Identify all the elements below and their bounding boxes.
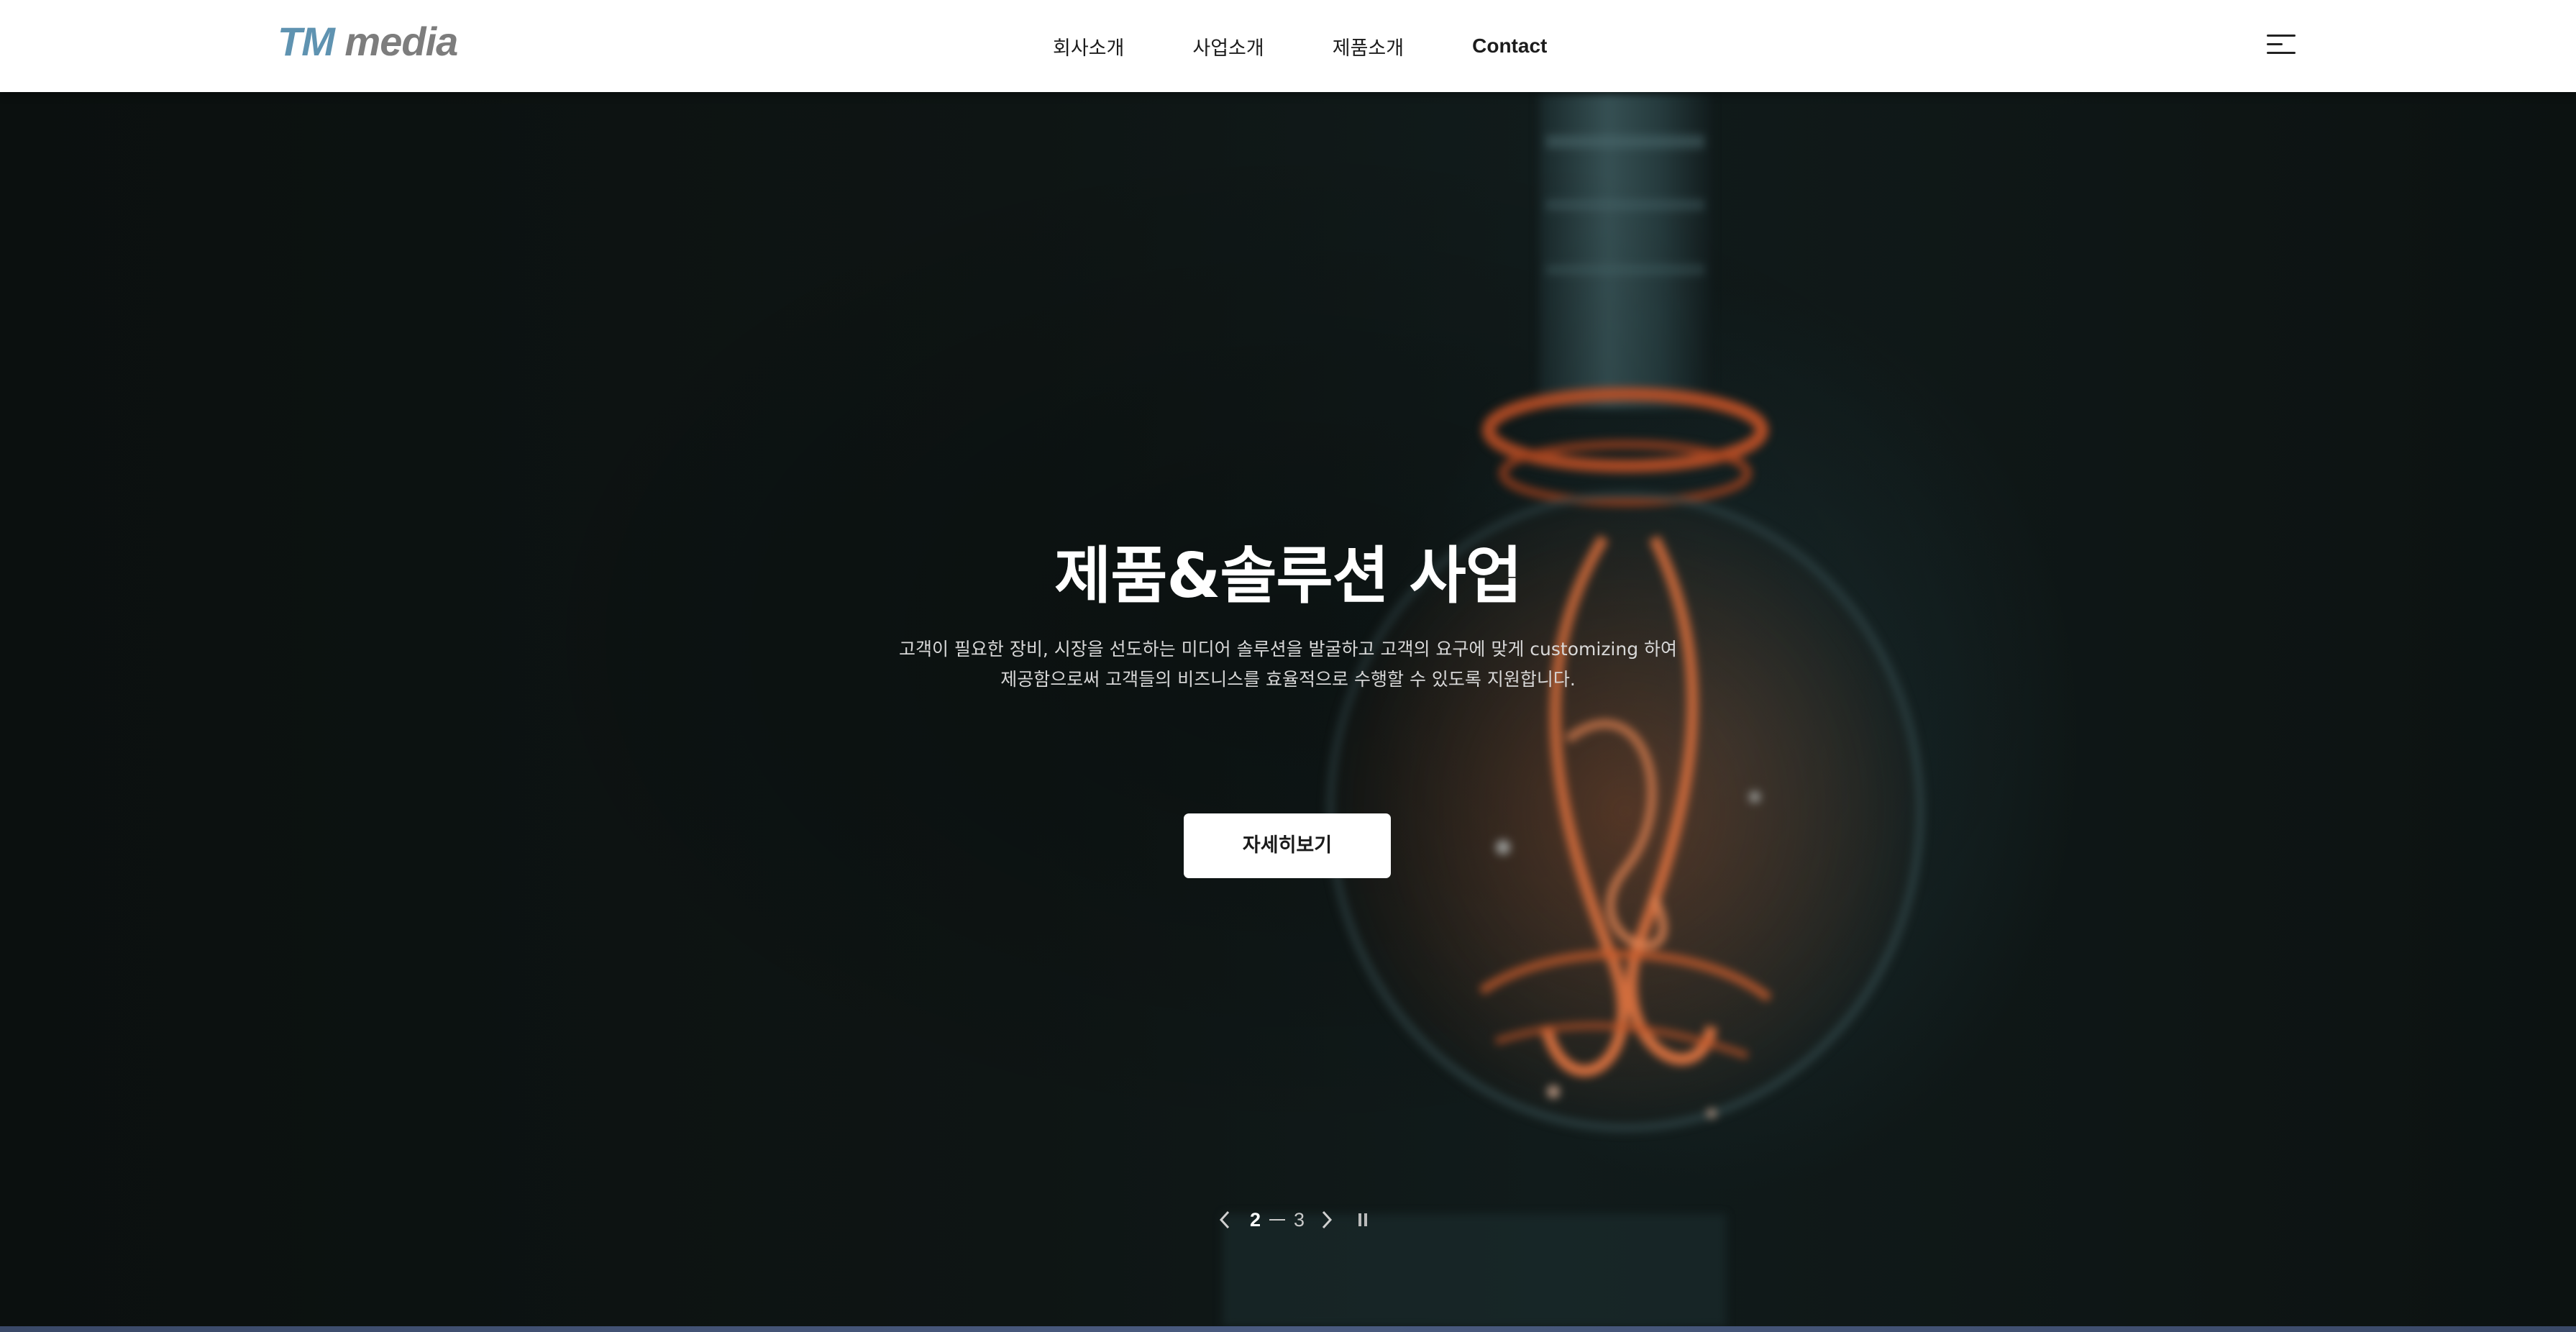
hero-title: 제품&솔루션 사업 <box>1054 540 1522 612</box>
logo-media: media <box>344 19 458 64</box>
slider-pagination: 2 3 <box>1215 1205 1371 1234</box>
chevron-right-icon[interactable] <box>1317 1207 1336 1233</box>
hero-description-line-1: 고객이 필요한 장비, 시장을 선도하는 미디어 솔루션을 발굴하고 고객의 요… <box>898 639 1678 660</box>
view-details-button[interactable]: 자세히보기 <box>1184 813 1391 878</box>
site-header: TM media 회사소개 사업소개 제품소개 Contact <box>0 0 2576 92</box>
bottom-edge-bar <box>0 1326 2576 1332</box>
hero-slider: 제품&솔루션 사업 <box>0 92 2576 1326</box>
nav-item-products[interactable]: 제품소개 <box>1333 32 1404 60</box>
nav-item-contact[interactable]: Contact <box>1472 35 1547 58</box>
hero-overlay <box>0 92 2576 1326</box>
hero-description: 고객이 필요한 장비, 시장을 선도하는 미디어 솔루션을 발굴하고 고객의 요… <box>863 634 1713 695</box>
hamburger-menu-icon[interactable] <box>2267 32 2297 58</box>
nav-item-company[interactable]: 회사소개 <box>1053 32 1124 60</box>
logo-tm: TM <box>278 19 335 64</box>
hero-description-line-2: 제공함으로써 고객들의 비즈니스를 효율적으로 수행할 수 있도록 지원합니다. <box>1000 669 1576 690</box>
logo[interactable]: TM media <box>278 16 458 68</box>
slide-current: 2 <box>1250 1208 1261 1231</box>
main-nav: 회사소개 사업소개 제품소개 Contact <box>1053 29 1547 63</box>
pagination-divider <box>1269 1219 1286 1221</box>
chevron-left-icon[interactable] <box>1215 1207 1234 1233</box>
slide-total: 3 <box>1294 1208 1305 1231</box>
pause-icon[interactable] <box>1355 1207 1371 1233</box>
nav-item-business[interactable]: 사업소개 <box>1192 32 1264 60</box>
